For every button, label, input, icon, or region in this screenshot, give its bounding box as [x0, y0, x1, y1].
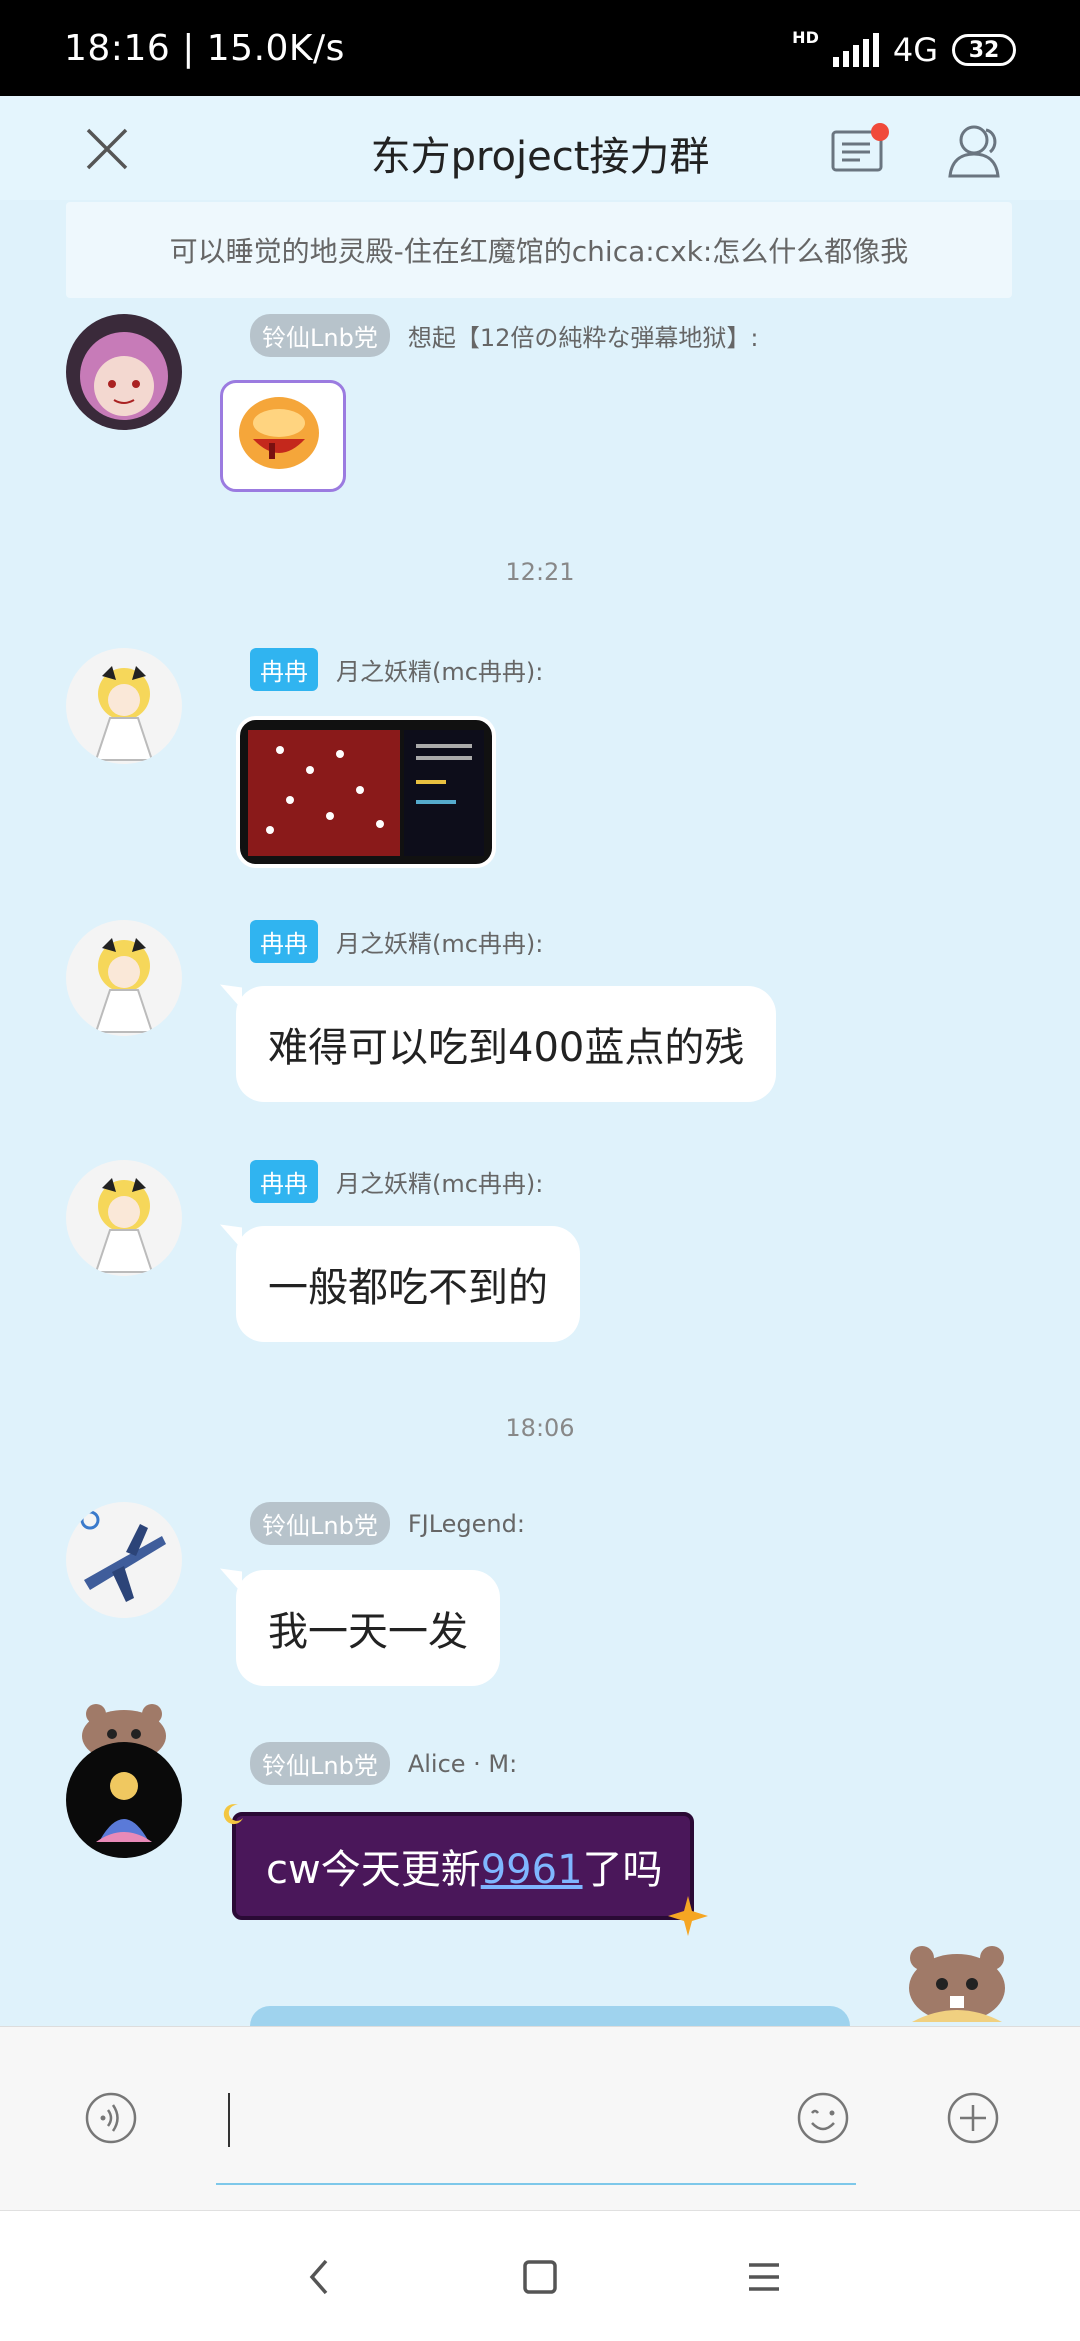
- home-icon[interactable]: [522, 2259, 558, 2295]
- avatar[interactable]: [66, 314, 182, 430]
- message-meta: 冉冉 月之妖精(mc冉冉):: [250, 648, 543, 691]
- battery-icon: 32: [952, 34, 1016, 66]
- image-message[interactable]: [236, 716, 496, 868]
- member-tag: 铃仙Lnb党: [250, 314, 390, 357]
- moon-decoration-icon: [222, 1802, 246, 1830]
- message-meta: 铃仙Lnb党 想起【12倍の純粋な弾幕地狱】:: [250, 314, 758, 357]
- message-meta: 冉冉 月之妖精(mc冉冉):: [250, 1160, 543, 1203]
- emoji-icon[interactable]: [796, 2091, 850, 2145]
- member-tag: 铃仙Lnb党: [250, 1742, 390, 1785]
- sticker-message[interactable]: [220, 380, 346, 492]
- text-bubble[interactable]: 我一天一发: [236, 1570, 500, 1686]
- back-icon[interactable]: [302, 2257, 336, 2297]
- status-right: HD 4G 32: [792, 28, 1016, 72]
- notice-text: 可以睡觉的地灵殿-住在红魔馆的chica:cxk:怎么什么都像我: [169, 235, 909, 268]
- text-bubble[interactable]: 一般都吃不到的: [236, 1226, 580, 1342]
- message-text: 我一天一发: [268, 1609, 468, 1655]
- timestamp: 18:06: [505, 1414, 575, 1442]
- message-text-end: 了吗: [582, 1847, 663, 1893]
- message-text: 难得可以吃到400蓝点的残: [268, 1025, 745, 1071]
- sender-name[interactable]: 想起【12倍の純粋な弾幕地狱】:: [408, 318, 759, 353]
- sender-name[interactable]: FJLegend:: [408, 1510, 525, 1538]
- status-bar: 18:16 | 15.0K/s HD 4G 32: [0, 0, 1080, 96]
- navigation-bar: [0, 2210, 1080, 2341]
- sparkle-decoration-icon: [666, 1894, 710, 1942]
- status-time: 18:16 | 15.0K/s: [64, 28, 345, 69]
- mail-icon[interactable]: [830, 122, 890, 178]
- sender-name[interactable]: 月之妖精(mc冉冉):: [336, 924, 543, 959]
- avatar[interactable]: [66, 920, 182, 1036]
- timestamp: 12:21: [505, 558, 575, 586]
- sender-name[interactable]: 月之妖精(mc冉冉):: [336, 652, 543, 687]
- message-text-start: cw今天更新: [266, 1847, 481, 1893]
- chat-header: 东方project接力群: [0, 96, 1080, 200]
- hd-label: HD: [792, 28, 819, 47]
- message-meta: 冉冉 月之妖精(mc冉冉):: [250, 920, 543, 963]
- avatar[interactable]: [66, 1742, 182, 1858]
- plus-icon[interactable]: [946, 2091, 1000, 2145]
- message-input[interactable]: [216, 2063, 856, 2185]
- message-meta: 铃仙Lnb党 Alice · M:: [250, 1742, 517, 1785]
- member-tag: 冉冉: [250, 1160, 318, 1203]
- avatar[interactable]: [66, 1502, 182, 1618]
- member-tag: 铃仙Lnb党: [250, 1502, 390, 1545]
- text-bubble[interactable]: 难得可以吃到400蓝点的残: [236, 986, 777, 1102]
- special-bubble[interactable]: cw今天更新9961了吗: [232, 1812, 694, 1920]
- sender-name[interactable]: 月之妖精(mc冉冉):: [336, 1164, 543, 1199]
- chat-title: 东方project接力群: [370, 134, 710, 180]
- members-icon[interactable]: [944, 118, 1008, 182]
- clock: 18:16: [64, 28, 171, 69]
- menu-icon[interactable]: [746, 2259, 782, 2295]
- input-bar: [0, 2026, 1080, 2211]
- member-tag: 冉冉: [250, 920, 318, 963]
- text-cursor: [228, 2093, 230, 2147]
- network-type: 4G: [892, 31, 938, 69]
- signal-icon: [832, 33, 879, 67]
- network-speed: 15.0K/s: [206, 28, 345, 69]
- battery-level: 32: [968, 37, 1000, 63]
- avatar[interactable]: [66, 1160, 182, 1276]
- member-tag: 冉冉: [250, 648, 318, 691]
- group-notice[interactable]: 可以睡觉的地灵殿-住在红魔馆的chica:cxk:怎么什么都像我: [66, 202, 1012, 298]
- voice-icon[interactable]: [84, 2091, 138, 2145]
- sender-name[interactable]: Alice · M:: [408, 1750, 517, 1778]
- message-text: 一般都吃不到的: [268, 1265, 548, 1311]
- avatar[interactable]: [66, 648, 182, 764]
- message-link[interactable]: 9961: [481, 1847, 583, 1893]
- message-meta: 铃仙Lnb党 FJLegend:: [250, 1502, 525, 1545]
- sticker-pendant: [898, 1938, 1016, 2032]
- message-text: cw今天更新9961了吗: [266, 1837, 663, 1895]
